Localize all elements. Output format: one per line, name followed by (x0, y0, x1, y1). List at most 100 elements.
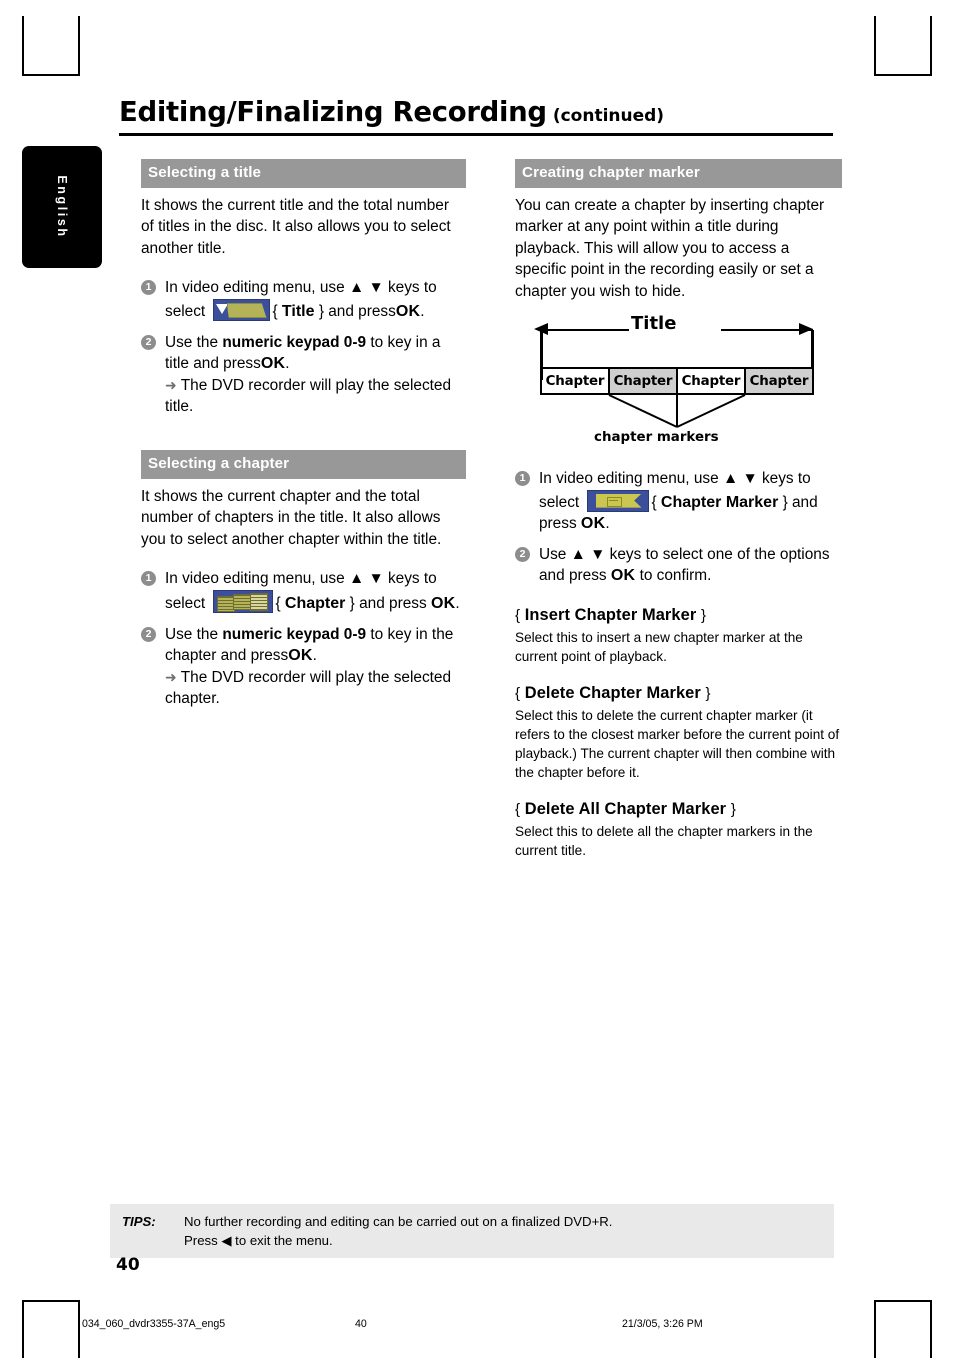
step-item: 1 In video editing menu, use ▲ ▼ keys to… (515, 468, 840, 535)
option-title-text: Insert Chapter Marker (524, 605, 697, 624)
tips-line-1: No further recording and editing can be … (184, 1214, 613, 1229)
brace-close: } (730, 801, 736, 819)
result-arrow-icon: ➜ (165, 376, 177, 393)
section1-intro: It shows the current title and the total… (141, 196, 451, 257)
ok-key-label: OK (288, 647, 313, 665)
brace-close-and-press: } and press (349, 594, 427, 612)
step-number: 1 (141, 571, 156, 587)
print-footer-filename: 034_060_dvdr3355-37A_eng5 (82, 1318, 226, 1330)
numeric-keypad-keyword: numeric keypad 0-9 (222, 625, 367, 643)
step-item: 1 In video editing menu, use ▲ ▼ keys to… (141, 277, 466, 322)
chapter-marker-menu-icon (586, 489, 649, 512)
section-heading-selecting-a-chapter: Selecting a chapter (141, 449, 466, 479)
diagram-chapter-box: Chapter (745, 367, 814, 395)
period: . (285, 355, 290, 373)
option-block: { Delete All Chapter Marker } Select thi… (515, 799, 840, 860)
page-glyph (249, 592, 268, 611)
period: . (455, 594, 460, 612)
header-rule (119, 133, 833, 136)
step-number: 2 (141, 334, 156, 350)
crop-mark (874, 16, 876, 74)
ok-key-label: OK (260, 355, 286, 373)
option-title-text: Delete Chapter Marker (524, 683, 701, 702)
menu-keyword: Chapter (284, 594, 346, 612)
diagram-marker-lines (608, 394, 746, 428)
crop-mark (22, 1300, 24, 1358)
step-result-text: The DVD recorder will play the selected … (165, 668, 452, 708)
brace-open: { (651, 493, 657, 511)
step-item: 1 In video editing menu, use ▲ ▼ keys to… (141, 568, 466, 614)
print-footer-date: 21/3/05, 3:26 PM (622, 1318, 703, 1330)
option-title: { Insert Chapter Marker } (515, 605, 840, 627)
brace-close: } (700, 606, 707, 624)
option-title-text: Delete All Chapter Marker (524, 800, 727, 819)
ok-key-label: OK (395, 302, 421, 320)
diagram-title-arrow-line (541, 329, 813, 331)
option-block: { Insert Chapter Marker } Select this to… (515, 605, 840, 666)
section-heading-creating-chapter-marker: Creating chapter marker (515, 159, 842, 188)
step-item: 2 Use ▲ ▼ keys to select one of the opti… (515, 544, 840, 587)
step-text-pre: Use the (165, 333, 219, 351)
left-column: Selecting a title It shows the current t… (141, 159, 466, 719)
triangle-glyph (215, 303, 228, 314)
print-footer-page: 40 (355, 1318, 367, 1330)
step-result-text: The DVD recorder will play the selected … (165, 376, 452, 416)
folder-glyph (226, 302, 267, 318)
section-heading-selecting-a-title: Selecting a title (141, 159, 466, 188)
diagram-chapter-row: Chapter Chapter Chapter Chapter (540, 367, 814, 395)
option-body: Select this to insert a new chapter mark… (515, 629, 803, 664)
language-tab: English (22, 146, 102, 268)
step-number: 1 (141, 280, 156, 296)
right-column: Creating chapter marker You can create a… (515, 159, 842, 307)
step-item: 2 Use the numeric keypad 0-9 to key in t… (141, 624, 466, 710)
step-result: ➜ The DVD recorder will play the selecte… (165, 667, 466, 710)
period: . (312, 647, 317, 665)
brace-close: } (705, 684, 711, 702)
title-chapter-diagram: Title Chapter Chapter Chapter Chapter ch… (519, 313, 839, 456)
crop-mark (78, 16, 80, 74)
crop-mark (874, 1300, 932, 1302)
brace-open: { (515, 684, 521, 702)
right-column-steps: 1 In video editing menu, use ▲ ▼ keys to… (515, 468, 840, 877)
ok-key-label: OK (430, 594, 456, 612)
tips-content: TIPS: No further recording and editing c… (110, 1212, 834, 1250)
crop-mark (930, 16, 932, 74)
period: . (605, 515, 610, 533)
option-body: Select this to delete the current chapte… (515, 707, 840, 781)
crop-mark (22, 74, 80, 76)
tips-box: TIPS: No further recording and editing c… (110, 1204, 834, 1258)
tips-line-2: Press ◀ to exit the menu. (184, 1233, 333, 1248)
crop-mark (78, 1300, 80, 1358)
crop-mark (874, 1300, 876, 1358)
diagram-chapter-box: Chapter (540, 367, 609, 395)
crop-mark (930, 1300, 932, 1358)
brace-open: { (275, 594, 281, 612)
right-section-intro: You can create a chapter by inserting ch… (515, 196, 825, 300)
brace-open: { (515, 801, 521, 819)
language-tab-label: English (55, 175, 69, 239)
page-title-text: Editing/Finalizing Recording (119, 96, 547, 128)
step-result: ➜ The DVD recorder will play the selecte… (165, 375, 466, 418)
diagram-chapter-box: Chapter (677, 367, 745, 395)
crop-mark (22, 1300, 80, 1302)
page-title: Editing/Finalizing Recording (continued) (119, 96, 833, 128)
section2-intro: It shows the current chapter and the tot… (141, 487, 442, 548)
diagram-chapter-box: Chapter (609, 367, 677, 395)
option-block: { Delete Chapter Marker } Select this to… (515, 683, 840, 782)
option-title: { Delete Chapter Marker } (515, 683, 840, 705)
menu-keyword: Title (281, 302, 315, 320)
step-number: 2 (515, 546, 530, 562)
title-menu-icon (212, 298, 270, 321)
option-body: Select this to delete all the chapter ma… (515, 823, 813, 859)
period: . (420, 302, 425, 320)
flag-inner-glyph (606, 496, 622, 507)
chapter-menu-icon (212, 589, 273, 613)
result-arrow-icon: ➜ (165, 668, 177, 685)
brace-open: { (272, 302, 278, 320)
step-item: 2 Use the numeric keypad 0-9 to key in a… (141, 332, 466, 418)
crop-mark (22, 16, 24, 74)
page-number: 40 (116, 1255, 140, 1275)
numeric-keypad-keyword: numeric keypad 0-9 (222, 333, 367, 351)
step-number: 1 (515, 471, 530, 486)
ok-key-label: OK (610, 567, 636, 585)
